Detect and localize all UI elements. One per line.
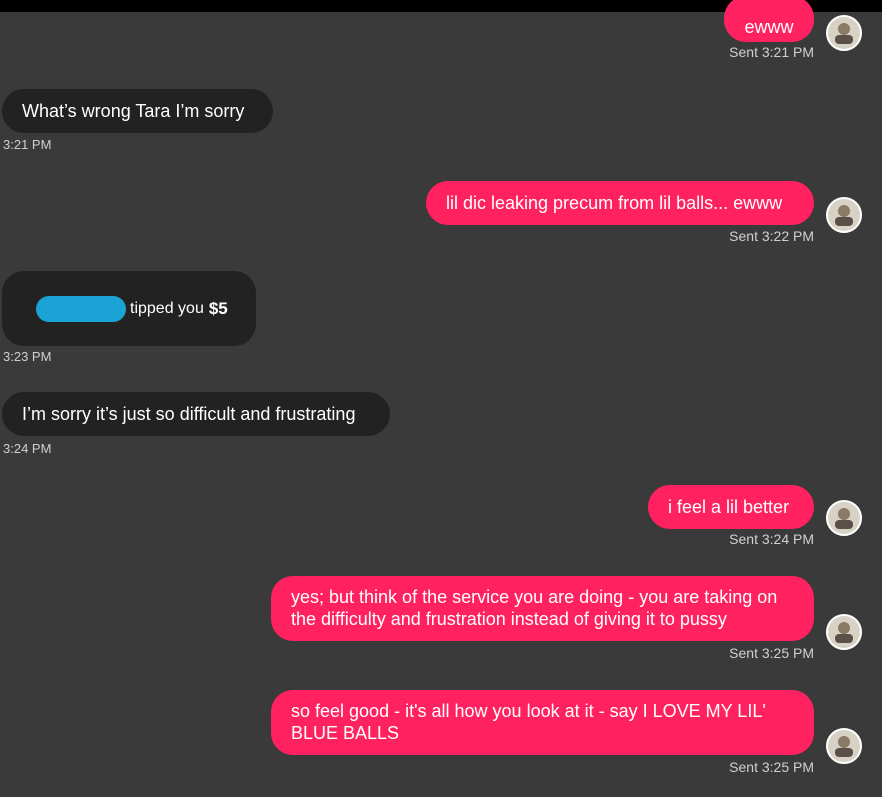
message-timestamp: 3:23 PM xyxy=(3,349,52,364)
message-text: i feel a lil better xyxy=(668,497,790,517)
message-text: What’s wrong Tara I’m sorry xyxy=(22,101,245,121)
user-avatar-icon[interactable] xyxy=(826,15,862,51)
received-message-bubble: I’m sorry it’s just so difficult and fru… xyxy=(2,392,390,436)
message-text: I’m sorry it’s just so difficult and fru… xyxy=(22,404,356,424)
redacted-username xyxy=(36,295,126,322)
tip-amount: $5 xyxy=(208,298,228,318)
sent-message-bubble: lil dic leaking precum from lil balls...… xyxy=(426,181,814,225)
message-timestamp: Sent 3:24 PM xyxy=(729,531,814,547)
message-timestamp: Sent 3:21 PM xyxy=(729,44,814,60)
message-text: lil dic leaking precum from lil balls...… xyxy=(446,193,783,213)
sent-message-bubble: ewww xyxy=(724,0,814,42)
sent-message-bubble: yes; but think of the service you are do… xyxy=(271,576,814,641)
message-timestamp: Sent 3:22 PM xyxy=(729,228,814,244)
received-message-bubble: What’s wrong Tara I’m sorry xyxy=(2,89,273,133)
message-timestamp: 3:24 PM xyxy=(3,441,52,456)
message-text: so feel good - it's all how you look at … xyxy=(291,701,766,743)
user-avatar-icon[interactable] xyxy=(826,500,862,536)
message-text: ewww xyxy=(744,17,794,37)
message-timestamp: Sent 3:25 PM xyxy=(729,759,814,775)
tip-label: tipped you xyxy=(130,299,204,317)
sent-message-bubble: i feel a lil better xyxy=(648,485,814,529)
message-text: yes; but think of the service you are do… xyxy=(291,587,778,629)
user-avatar-icon[interactable] xyxy=(826,197,862,233)
message-timestamp: 3:21 PM xyxy=(3,137,52,152)
user-avatar-icon[interactable] xyxy=(826,728,862,764)
message-timestamp: Sent 3:25 PM xyxy=(729,645,814,661)
user-avatar-icon[interactable] xyxy=(826,614,862,650)
sent-message-bubble: so feel good - it's all how you look at … xyxy=(271,690,814,755)
tip-notification-bubble: tipped you $5 xyxy=(2,271,256,346)
message-thread: ewww Sent 3:21 PM What’s wrong Tara I’m … xyxy=(0,0,882,797)
